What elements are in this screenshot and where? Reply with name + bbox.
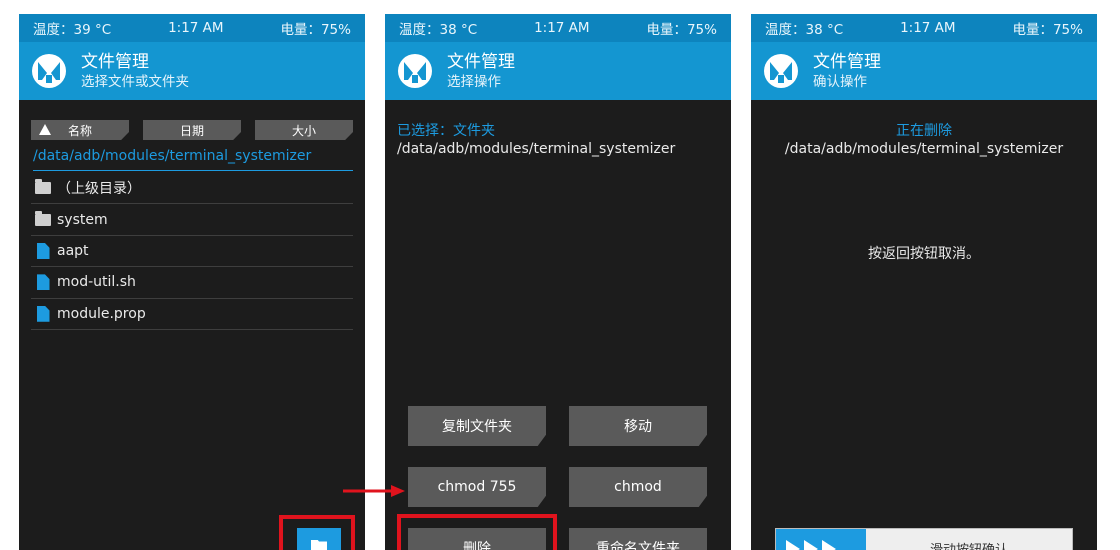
selected-path: /data/adb/modules/terminal_systemizer — [397, 141, 676, 157]
clock: 1:17 AM — [534, 20, 590, 36]
sort-name-label: 名称 — [67, 123, 92, 138]
file-item-aapt[interactable]: aapt — [31, 236, 353, 268]
sort-date-label: 日期 — [179, 123, 204, 138]
chevron-right-icon — [822, 540, 836, 550]
temperature: 温度：38 °C — [399, 22, 478, 38]
file-item-mod-util[interactable]: mod-util.sh — [31, 267, 353, 299]
page-title: 文件管理 — [447, 52, 515, 72]
file-item-parent[interactable]: （上级目录） — [31, 173, 353, 205]
arrow-right-icon — [343, 485, 405, 497]
twrp-logo-icon — [764, 54, 798, 88]
file-item-system[interactable]: system — [31, 204, 353, 236]
slider-label: 滑动按钮确认 — [866, 539, 1072, 550]
chevron-right-icon — [804, 540, 818, 550]
file-item-label: module.prop — [57, 305, 146, 322]
sort-by-date-button[interactable]: 日期 — [143, 120, 241, 140]
rename-folder-button[interactable]: 重命名文件夹 — [569, 528, 707, 550]
highlight-box-delete — [397, 514, 557, 550]
page-title: 文件管理 — [813, 52, 881, 72]
swipe-to-confirm-slider[interactable]: 滑动按钮确认 — [775, 528, 1073, 550]
file-list: （上级目录） system aapt mod-util.sh module.pr… — [31, 173, 353, 330]
sort-ascending-icon — [39, 124, 51, 135]
file-icon — [36, 305, 50, 322]
temperature: 温度：39 °C — [33, 22, 112, 38]
select-action-screen: 温度：38 °C 1:17 AM 电量：75% 文件管理 选择操作 已选择：文件… — [385, 14, 731, 550]
temperature: 温度：38 °C — [765, 22, 844, 38]
page-subtitle: 选择操作 — [447, 74, 501, 90]
header: 文件管理 选择文件或文件夹 — [19, 42, 365, 100]
header: 文件管理 选择操作 — [385, 42, 731, 100]
twrp-logo-icon — [32, 54, 66, 88]
sort-size-label: 大小 — [291, 123, 316, 138]
folder-icon — [35, 179, 51, 195]
highlight-box-folder-action — [279, 515, 355, 550]
confirm-action-screen: 温度：38 °C 1:17 AM 电量：75% 文件管理 确认操作 正在删除 /… — [751, 14, 1097, 550]
sort-by-name-button[interactable]: 名称 — [31, 120, 129, 140]
page-subtitle: 选择文件或文件夹 — [81, 74, 189, 90]
file-manager-screen: 温度：39 °C 1:17 AM 电量：75% 文件管理 选择文件或文件夹 名称… — [19, 14, 365, 550]
operation-label: 正在删除 — [896, 123, 952, 139]
move-button[interactable]: 移动 — [569, 406, 707, 446]
header: 文件管理 确认操作 — [751, 42, 1097, 100]
chmod-755-button[interactable]: chmod 755 — [408, 467, 546, 507]
twrp-logo-icon — [398, 54, 432, 88]
clock: 1:17 AM — [900, 20, 956, 36]
battery: 电量：75% — [280, 22, 351, 38]
target-path: /data/adb/modules/terminal_systemizer — [784, 141, 1064, 157]
copy-folder-button[interactable]: 复制文件夹 — [408, 406, 546, 446]
chevron-right-icon — [786, 540, 800, 550]
file-item-label: system — [57, 211, 108, 228]
selection-label: 已选择：文件夹 — [397, 123, 495, 139]
file-item-label: （上级目录） — [57, 181, 141, 198]
file-item-module-prop[interactable]: module.prop — [31, 299, 353, 330]
current-path: /data/adb/modules/terminal_systemizer — [33, 148, 353, 171]
battery: 电量：75% — [646, 22, 717, 38]
sort-bar: 名称 日期 大小 — [31, 120, 353, 140]
file-item-label: aapt — [57, 242, 89, 259]
chmod-button[interactable]: chmod — [569, 467, 707, 507]
status-bar: 温度：38 °C 1:17 AM 电量：75% — [751, 14, 1097, 42]
file-icon — [36, 242, 50, 259]
file-item-label: mod-util.sh — [57, 274, 136, 291]
status-bar: 温度：38 °C 1:17 AM 电量：75% — [385, 14, 731, 42]
folder-icon — [35, 210, 51, 226]
battery: 电量：75% — [1012, 22, 1083, 38]
status-bar: 温度：39 °C 1:17 AM 电量：75% — [19, 14, 365, 42]
cancel-hint: 按返回按钮取消。 — [868, 246, 980, 262]
slider-handle[interactable] — [776, 529, 866, 550]
page-subtitle: 确认操作 — [813, 74, 867, 90]
file-icon — [36, 274, 50, 291]
page-title: 文件管理 — [81, 52, 149, 72]
clock: 1:17 AM — [168, 20, 224, 36]
sort-by-size-button[interactable]: 大小 — [255, 120, 353, 140]
